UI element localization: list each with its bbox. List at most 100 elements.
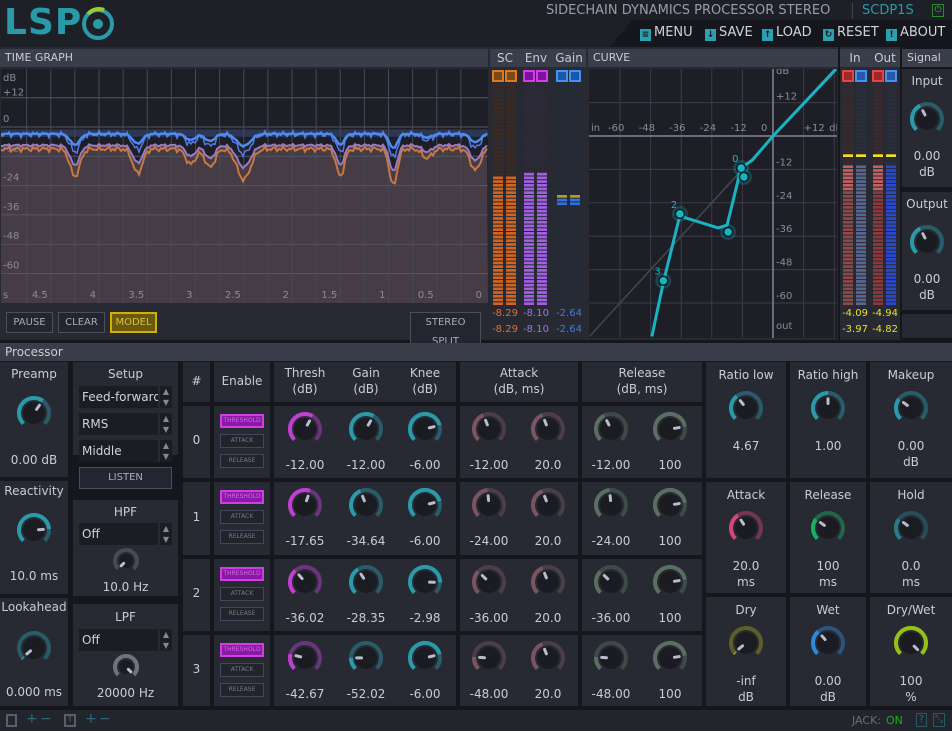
enable-attack-toggle[interactable]: ATTACK: [220, 510, 264, 524]
dry-knob[interactable]: [728, 625, 764, 664]
lpf-mode-select[interactable]: Off ▲ ▼: [79, 629, 172, 651]
gain-channel-0-toggle[interactable]: [556, 70, 568, 82]
rel-time-knob[interactable]: [652, 487, 688, 526]
hold-knob[interactable]: [893, 510, 929, 549]
font-increase-icon[interactable]: +: [85, 711, 97, 727]
out-channel-1-toggle[interactable]: [885, 70, 897, 82]
enable-threshold-toggle[interactable]: THRESHOLD: [220, 567, 264, 581]
lookahead-knob[interactable]: [16, 630, 52, 669]
sc-mode-select[interactable]: RMS ▲ ▼: [79, 413, 172, 435]
env-channel-0-toggle[interactable]: [523, 70, 535, 82]
reactivity-knob[interactable]: [16, 512, 52, 551]
drywet-knob[interactable]: [893, 625, 929, 664]
release-knob[interactable]: [810, 510, 846, 549]
preamp-knob[interactable]: [16, 395, 52, 434]
meter-segment: [856, 113, 866, 117]
output-knob[interactable]: [909, 224, 945, 263]
load-button[interactable]: ↑ LOAD: [762, 24, 812, 42]
atk-thr-knob[interactable]: [471, 640, 507, 679]
atk-time-knob[interactable]: [530, 411, 566, 450]
gain-knob[interactable]: [348, 564, 384, 603]
meter-segment: [570, 228, 580, 231]
ratio-high-knob[interactable]: [810, 390, 846, 429]
knee-knob[interactable]: [407, 640, 443, 679]
rel-thr-value: -36.00: [591, 611, 631, 625]
enable-attack-toggle[interactable]: ATTACK: [220, 434, 264, 448]
sc-channel-0-toggle[interactable]: [492, 70, 504, 82]
enable-release-toggle[interactable]: RELEASE: [220, 683, 264, 697]
atk-thr-knob[interactable]: [471, 487, 507, 526]
atk-time-knob[interactable]: [530, 564, 566, 603]
hpf-knob[interactable]: [112, 547, 140, 578]
rel-time-knob[interactable]: [652, 564, 688, 603]
menu-button[interactable]: ≡ MENU: [640, 24, 693, 42]
ratio-low-knob[interactable]: [728, 390, 764, 429]
knee-knob[interactable]: [407, 411, 443, 450]
clear-button[interactable]: CLEAR: [58, 312, 105, 333]
in-channel-0-toggle[interactable]: [842, 70, 854, 82]
env-channel-1-toggle[interactable]: [536, 70, 548, 82]
gain-knob[interactable]: [348, 487, 384, 526]
knee-knob[interactable]: [407, 487, 443, 526]
sc-source-select[interactable]: Middle ▲ ▼: [79, 440, 172, 462]
enable-release-toggle[interactable]: RELEASE: [220, 530, 264, 544]
thresh-knob[interactable]: [287, 487, 323, 526]
knee-knob[interactable]: [407, 564, 443, 603]
resize-icon[interactable]: ⤡: [933, 713, 945, 727]
curve-handle[interactable]: [738, 171, 750, 183]
listen-button[interactable]: LISTEN: [79, 467, 172, 489]
rel-thr-knob[interactable]: [593, 411, 629, 450]
atk-thr-knob[interactable]: [471, 411, 507, 450]
meter-segment: [557, 250, 567, 254]
model-button[interactable]: MODEL: [110, 312, 157, 333]
rel-thr-knob[interactable]: [593, 487, 629, 526]
thresh-knob[interactable]: [287, 411, 323, 450]
font-size-icon[interactable]: T: [64, 714, 76, 727]
rel-thr-knob[interactable]: [593, 640, 629, 679]
hpf-mode-select[interactable]: Off ▲ ▼: [79, 523, 172, 545]
about-button[interactable]: ! ABOUT: [886, 24, 945, 42]
enable-release-toggle[interactable]: RELEASE: [220, 454, 264, 468]
in-channel-1-toggle[interactable]: [855, 70, 867, 82]
enable-threshold-toggle[interactable]: THRESHOLD: [220, 490, 264, 504]
atk-time-knob[interactable]: [530, 640, 566, 679]
rel-thr-knob[interactable]: [593, 564, 629, 603]
setup-label: Setup: [108, 367, 143, 381]
font-decrease-icon[interactable]: −: [99, 711, 111, 727]
attack-knob[interactable]: [728, 510, 764, 549]
rel-time-knob[interactable]: [652, 411, 688, 450]
input-knob[interactable]: [909, 101, 945, 140]
save-button[interactable]: ↓ SAVE: [705, 24, 753, 42]
curve-handle[interactable]: [722, 226, 734, 238]
help-icon[interactable]: ?: [916, 713, 927, 727]
enable-release-toggle[interactable]: RELEASE: [220, 607, 264, 621]
reset-button[interactable]: ↻ RESET: [823, 24, 879, 42]
lpf-knob[interactable]: [112, 653, 140, 684]
gain-knob[interactable]: [348, 411, 384, 450]
out-channel-0-toggle[interactable]: [872, 70, 884, 82]
gain-channel-1-toggle[interactable]: [569, 70, 581, 82]
enable-threshold-toggle[interactable]: THRESHOLD: [220, 643, 264, 657]
curve-graph[interactable]: in -60 -48 -36 -24 -12 0 +12 dB dB +12 -12 -24 -36 -48…: [589, 69, 837, 338]
thresh-knob[interactable]: [287, 564, 323, 603]
sc-channel-1-toggle[interactable]: [505, 70, 517, 82]
power-icon[interactable]: ⏻: [932, 4, 944, 17]
gain-knob[interactable]: [348, 640, 384, 679]
pause-button[interactable]: PAUSE: [6, 312, 53, 333]
wet-knob[interactable]: [810, 625, 846, 664]
enable-attack-toggle[interactable]: ATTACK: [220, 587, 264, 601]
rel-time-knob[interactable]: [652, 640, 688, 679]
atk-time-knob[interactable]: [530, 487, 566, 526]
gain-meter-value: -2.64: [556, 308, 582, 319]
zoom-in-icon[interactable]: +: [26, 711, 38, 727]
meter-segment: [506, 132, 516, 135]
time-graph[interactable]: dB +12 0 -12 -24 -36 -48 -60 s 4.5 4 3.5 3 2.5 2 1.5 1 0.…: [1, 69, 488, 303]
makeup-knob[interactable]: [893, 390, 929, 429]
enable-threshold-toggle[interactable]: THRESHOLD: [220, 414, 264, 428]
enable-attack-toggle[interactable]: ATTACK: [220, 663, 264, 677]
window-size-icon[interactable]: [6, 714, 17, 727]
sc-type-select[interactable]: Feed-forward ▲ ▼: [79, 386, 172, 408]
zoom-out-icon[interactable]: −: [40, 711, 52, 727]
thresh-knob[interactable]: [287, 640, 323, 679]
atk-thr-knob[interactable]: [471, 564, 507, 603]
